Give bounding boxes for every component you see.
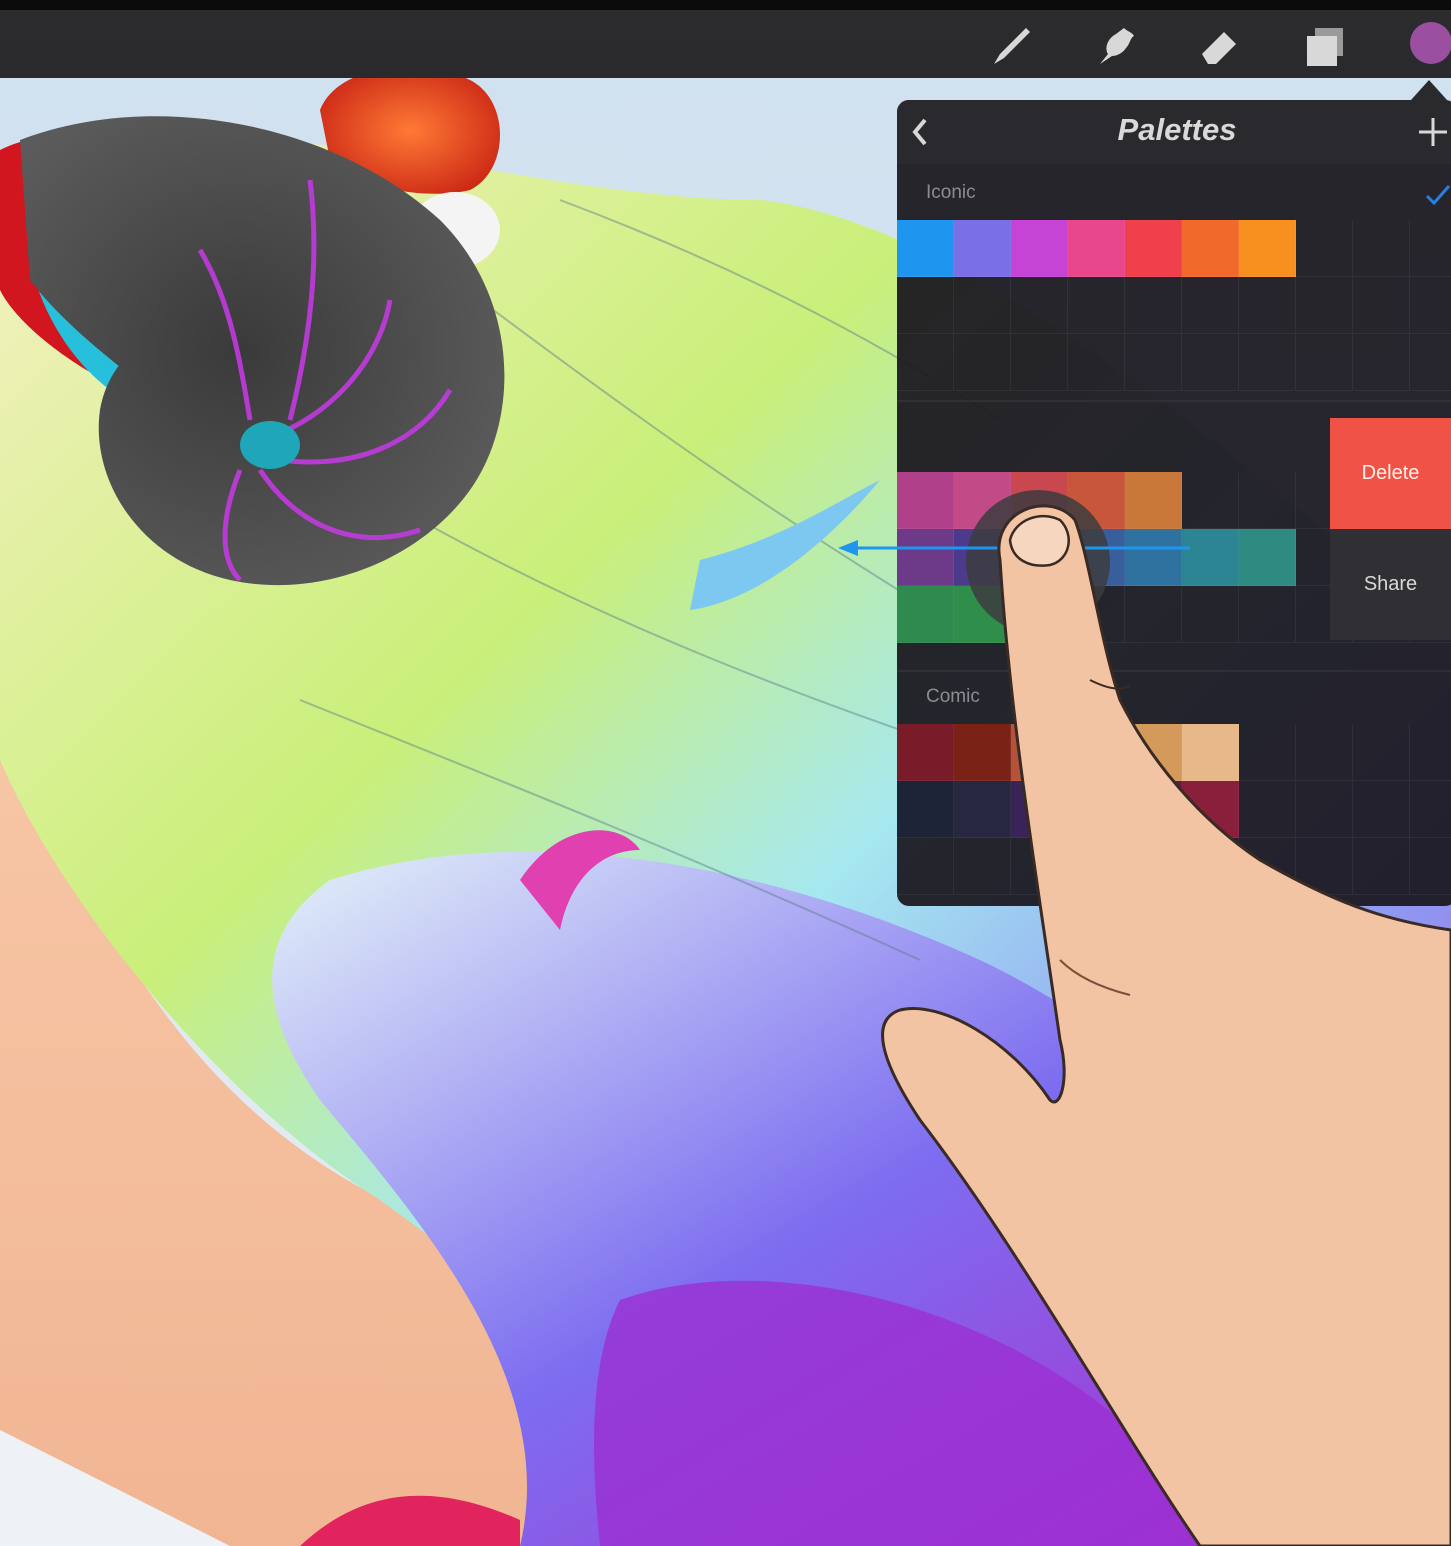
color-swatch[interactable] — [1296, 724, 1353, 781]
palette-label: Comic — [926, 686, 980, 707]
color-swatch[interactable] — [954, 220, 1011, 277]
color-swatch[interactable] — [1182, 277, 1239, 334]
color-swatch[interactable] — [1182, 472, 1239, 529]
color-swatch[interactable] — [1182, 838, 1239, 895]
color-swatch[interactable] — [1011, 724, 1068, 781]
color-swatch[interactable] — [1068, 472, 1125, 529]
color-swatch[interactable] — [1125, 838, 1182, 895]
color-swatch[interactable] — [1239, 277, 1296, 334]
color-swatch[interactable] — [1068, 334, 1125, 391]
color-swatch[interactable] — [1182, 724, 1239, 781]
color-swatch[interactable] — [1125, 724, 1182, 781]
color-swatch[interactable] — [1410, 724, 1451, 781]
checkmark-icon — [1423, 180, 1451, 215]
color-swatch[interactable] — [1125, 334, 1182, 391]
color-swatch[interactable] — [1011, 472, 1068, 529]
color-swatch[interactable] — [1068, 220, 1125, 277]
color-swatch[interactable] — [954, 277, 1011, 334]
color-swatch[interactable] — [1353, 838, 1410, 895]
color-swatch[interactable] — [1353, 781, 1410, 838]
color-swatch[interactable] — [1011, 277, 1068, 334]
color-swatch[interactable] — [1011, 529, 1068, 586]
delete-button[interactable]: Delete — [1330, 418, 1451, 529]
palette-swatch-grid[interactable] — [897, 724, 1451, 895]
color-swatch[interactable] — [1410, 220, 1451, 277]
color-swatch[interactable] — [1068, 586, 1125, 643]
color-swatch[interactable] — [897, 586, 954, 643]
color-swatch[interactable] — [897, 838, 954, 895]
color-swatch[interactable] — [1410, 334, 1451, 391]
color-swatch[interactable] — [1068, 529, 1125, 586]
color-swatch[interactable] — [1182, 781, 1239, 838]
palette-swatch-grid[interactable] — [897, 220, 1451, 391]
color-swatch[interactable] — [1068, 838, 1125, 895]
color-swatch[interactable] — [1125, 277, 1182, 334]
top-toolbar — [0, 0, 1451, 78]
color-swatch[interactable] — [1068, 781, 1125, 838]
color-swatch[interactable] — [1239, 472, 1296, 529]
color-swatch[interactable] — [954, 529, 1011, 586]
popover-caret — [1411, 80, 1447, 100]
color-swatch[interactable] — [1353, 277, 1410, 334]
color-swatch[interactable] — [1239, 838, 1296, 895]
color-swatch[interactable] — [954, 586, 1011, 643]
palette-label: Iconic — [926, 182, 976, 203]
panel-title: Palettes — [1117, 112, 1237, 147]
color-swatch[interactable] — [1125, 472, 1182, 529]
smudge-icon[interactable] — [1092, 22, 1140, 70]
color-swatch[interactable] — [1011, 334, 1068, 391]
color-picker-button[interactable] — [1410, 22, 1451, 64]
color-swatch[interactable] — [1296, 334, 1353, 391]
eraser-icon[interactable] — [1196, 22, 1244, 70]
plus-icon[interactable] — [1415, 114, 1451, 150]
color-swatch[interactable] — [897, 334, 954, 391]
color-swatch[interactable] — [1239, 724, 1296, 781]
color-swatch[interactable] — [954, 724, 1011, 781]
color-swatch[interactable] — [1353, 724, 1410, 781]
color-swatch[interactable] — [1353, 220, 1410, 277]
color-swatch[interactable] — [1410, 277, 1451, 334]
color-swatch[interactable] — [1410, 781, 1451, 838]
color-swatch[interactable] — [1011, 586, 1068, 643]
panel-header: Palettes — [897, 100, 1451, 164]
color-swatch[interactable] — [1011, 220, 1068, 277]
color-swatch[interactable] — [1296, 838, 1353, 895]
share-button[interactable]: Share — [1330, 529, 1451, 640]
color-swatch[interactable] — [1011, 838, 1068, 895]
color-swatch[interactable] — [1239, 220, 1296, 277]
color-swatch[interactable] — [897, 277, 954, 334]
color-swatch[interactable] — [1239, 586, 1296, 643]
color-swatch[interactable] — [954, 781, 1011, 838]
color-swatch[interactable] — [897, 529, 954, 586]
color-swatch[interactable] — [1296, 220, 1353, 277]
color-swatch[interactable] — [1296, 781, 1353, 838]
color-swatch[interactable] — [1182, 586, 1239, 643]
color-swatch[interactable] — [1125, 586, 1182, 643]
color-swatch[interactable] — [1353, 334, 1410, 391]
color-swatch[interactable] — [1182, 220, 1239, 277]
color-swatch[interactable] — [1182, 334, 1239, 391]
color-swatch[interactable] — [1410, 838, 1451, 895]
color-swatch[interactable] — [1296, 277, 1353, 334]
color-swatch[interactable] — [1239, 529, 1296, 586]
color-swatch[interactable] — [1125, 220, 1182, 277]
color-swatch[interactable] — [897, 781, 954, 838]
color-swatch[interactable] — [1011, 781, 1068, 838]
brush-icon[interactable] — [988, 22, 1036, 70]
color-swatch[interactable] — [897, 472, 954, 529]
color-swatch[interactable] — [897, 220, 954, 277]
color-swatch[interactable] — [1125, 781, 1182, 838]
color-swatch[interactable] — [1068, 724, 1125, 781]
color-swatch[interactable] — [1239, 334, 1296, 391]
color-swatch[interactable] — [1239, 781, 1296, 838]
color-swatch[interactable] — [1068, 277, 1125, 334]
color-swatch[interactable] — [1182, 529, 1239, 586]
color-swatch[interactable] — [1125, 529, 1182, 586]
color-swatch[interactable] — [897, 724, 954, 781]
color-swatch[interactable] — [954, 838, 1011, 895]
layers-icon[interactable] — [1301, 22, 1349, 70]
color-swatch[interactable] — [954, 334, 1011, 391]
color-swatch[interactable] — [954, 472, 1011, 529]
swipe-actions: Delete Share — [1330, 418, 1451, 640]
